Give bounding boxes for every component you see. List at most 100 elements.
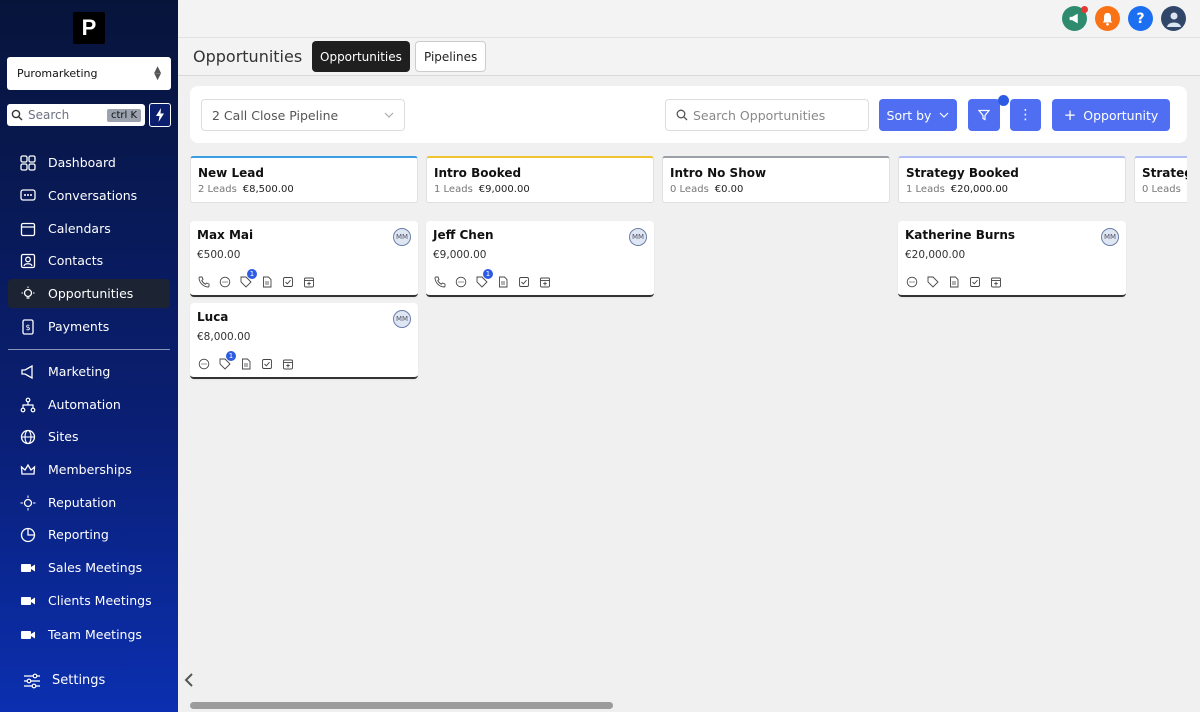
- tag-icon[interactable]: [925, 275, 941, 289]
- card-amount: €500.00: [197, 249, 241, 261]
- stage-column-header: Intro No Show 0 Leads €0.00: [662, 156, 890, 203]
- sidebar-item-calendars[interactable]: Calendars: [8, 214, 170, 243]
- sidebar-item-contacts[interactable]: Contacts: [8, 246, 170, 275]
- opportunity-card[interactable]: Max Mai €500.00 MM 1: [190, 221, 418, 297]
- filter-button[interactable]: [968, 99, 1000, 131]
- checkbox-icon[interactable]: [280, 275, 296, 289]
- sidebar-item-sales-meetings[interactable]: Sales Meetings: [8, 553, 170, 582]
- phone-icon[interactable]: [196, 275, 212, 289]
- tag-icon[interactable]: 1: [474, 269, 493, 289]
- sidebar-item-dashboard[interactable]: Dashboard: [8, 148, 170, 177]
- card-contact-name: Luca: [197, 310, 229, 324]
- announcement-button[interactable]: [1062, 6, 1088, 31]
- pipeline-select[interactable]: 2 Call Close Pipeline: [201, 99, 405, 131]
- sidebar-item-payments[interactable]: $ Payments: [8, 312, 170, 341]
- sidebar-item-label: Opportunities: [48, 286, 134, 301]
- opportunity-card[interactable]: Jeff Chen €9,000.00 MM 1: [426, 221, 654, 297]
- opportunity-search-placeholder: Search Opportunities: [693, 107, 826, 123]
- card-amount: €9,000.00: [433, 249, 487, 261]
- avatar[interactable]: MM: [393, 310, 411, 328]
- sidebar-item-label: Reputation: [48, 495, 117, 510]
- sort-by-button[interactable]: Sort by: [879, 99, 957, 131]
- pipeline-select-value: 2 Call Close Pipeline: [212, 107, 339, 123]
- avatar-icon: [1166, 12, 1181, 27]
- tag-icon[interactable]: 1: [217, 351, 236, 371]
- video-icon: [19, 592, 37, 610]
- sidebar-item-label: Conversations: [48, 188, 138, 203]
- scroll-left-button[interactable]: [184, 672, 194, 691]
- sidebar-item-settings[interactable]: Settings: [12, 666, 174, 695]
- avatar[interactable]: MM: [629, 228, 647, 246]
- sidebar-item-team-meetings[interactable]: Team Meetings: [8, 620, 170, 649]
- stage-lead-count: 1 Leads: [906, 184, 945, 195]
- notifications-button[interactable]: [1095, 6, 1120, 31]
- sidebar-search[interactable]: Search ctrl K: [7, 104, 145, 126]
- stage-amount: €9,000.00: [478, 184, 530, 195]
- sidebar-item-sites[interactable]: Sites: [8, 422, 170, 451]
- card-contact-name: Max Mai: [197, 228, 254, 242]
- add-opportunity-button[interactable]: + Opportunity: [1052, 99, 1170, 131]
- phone-icon[interactable]: [432, 275, 448, 289]
- horizontal-scrollbar[interactable]: [190, 702, 613, 709]
- account-switcher[interactable]: Puromarketing ▲ ▼: [7, 57, 171, 90]
- chat-icon[interactable]: [217, 275, 233, 289]
- sidebar-item-label: Marketing: [48, 364, 111, 379]
- sidebar-item-reporting[interactable]: Reporting: [8, 520, 170, 549]
- sidebar-item-label: Dashboard: [48, 155, 116, 170]
- checkbox-icon[interactable]: [259, 357, 275, 371]
- sidebar-item-label: Team Meetings: [48, 627, 142, 642]
- document-icon[interactable]: [946, 275, 962, 289]
- calendar-add-icon[interactable]: [301, 275, 317, 289]
- crown-icon: [19, 461, 37, 479]
- user-avatar[interactable]: [1161, 6, 1186, 31]
- document-icon[interactable]: [259, 275, 275, 289]
- opportunity-card[interactable]: Luca €8,000.00 MM 1: [190, 303, 418, 379]
- quick-action-button[interactable]: [149, 103, 171, 127]
- add-opportunity-label: Opportunity: [1083, 107, 1159, 123]
- chat-icon[interactable]: [904, 275, 920, 289]
- sidebar-item-memberships[interactable]: Memberships: [8, 455, 170, 484]
- globe-icon: [19, 428, 37, 446]
- opportunity-search-input[interactable]: Search Opportunities: [665, 99, 869, 131]
- chat-icon[interactable]: [453, 275, 469, 289]
- sidebar-item-automation[interactable]: Automation: [8, 390, 170, 419]
- tab-pipelines[interactable]: Pipelines: [415, 41, 487, 72]
- more-options-button[interactable]: ⋮: [1010, 99, 1041, 131]
- stage-column-header: Strategy 0 Leads: [1134, 156, 1187, 203]
- calendar-add-icon[interactable]: [537, 275, 553, 289]
- document-icon[interactable]: [238, 357, 254, 371]
- tab-opportunities[interactable]: Opportunities: [312, 41, 410, 72]
- question-icon: ?: [1136, 10, 1145, 27]
- sidebar-item-label: Sites: [48, 429, 79, 444]
- sidebar-item-conversations[interactable]: Conversations: [8, 181, 170, 210]
- opportunity-card[interactable]: Katherine Burns €20,000.00 MM: [898, 221, 1126, 297]
- star-icon: [19, 494, 37, 512]
- chat-icon[interactable]: [196, 357, 212, 371]
- filter-panel: 2 Call Close Pipeline Search Opportuniti…: [190, 86, 1187, 143]
- app-logo[interactable]: P: [73, 12, 105, 44]
- page-title: Opportunities: [193, 47, 303, 66]
- stage-lead-count: 0 Leads: [1142, 184, 1181, 195]
- tag-count-badge: 1: [226, 351, 236, 361]
- sidebar-item-opportunities[interactable]: Opportunities: [8, 279, 170, 308]
- calendar-add-icon[interactable]: [280, 357, 296, 371]
- notification-dot: [1081, 6, 1088, 13]
- avatar[interactable]: MM: [393, 228, 411, 246]
- stage-name: Intro No Show: [670, 166, 767, 180]
- tag-icon[interactable]: 1: [238, 269, 257, 289]
- sidebar-item-clients-meetings[interactable]: Clients Meetings: [8, 586, 170, 615]
- avatar[interactable]: MM: [1101, 228, 1119, 246]
- video-icon: [19, 626, 37, 644]
- chevron-down-icon: [940, 112, 949, 118]
- document-icon[interactable]: [495, 275, 511, 289]
- checkbox-icon[interactable]: [967, 275, 983, 289]
- stage-name: New Lead: [198, 166, 264, 180]
- sidebar-item-reputation[interactable]: Reputation: [8, 488, 170, 517]
- help-button[interactable]: ?: [1128, 6, 1153, 31]
- sidebar-item-marketing[interactable]: Marketing: [8, 357, 170, 386]
- megaphone-icon: [1069, 13, 1078, 24]
- calendar-icon: [19, 220, 37, 238]
- calendar-add-icon[interactable]: [988, 275, 1004, 289]
- tag-count-badge: 1: [247, 269, 257, 279]
- checkbox-icon[interactable]: [516, 275, 532, 289]
